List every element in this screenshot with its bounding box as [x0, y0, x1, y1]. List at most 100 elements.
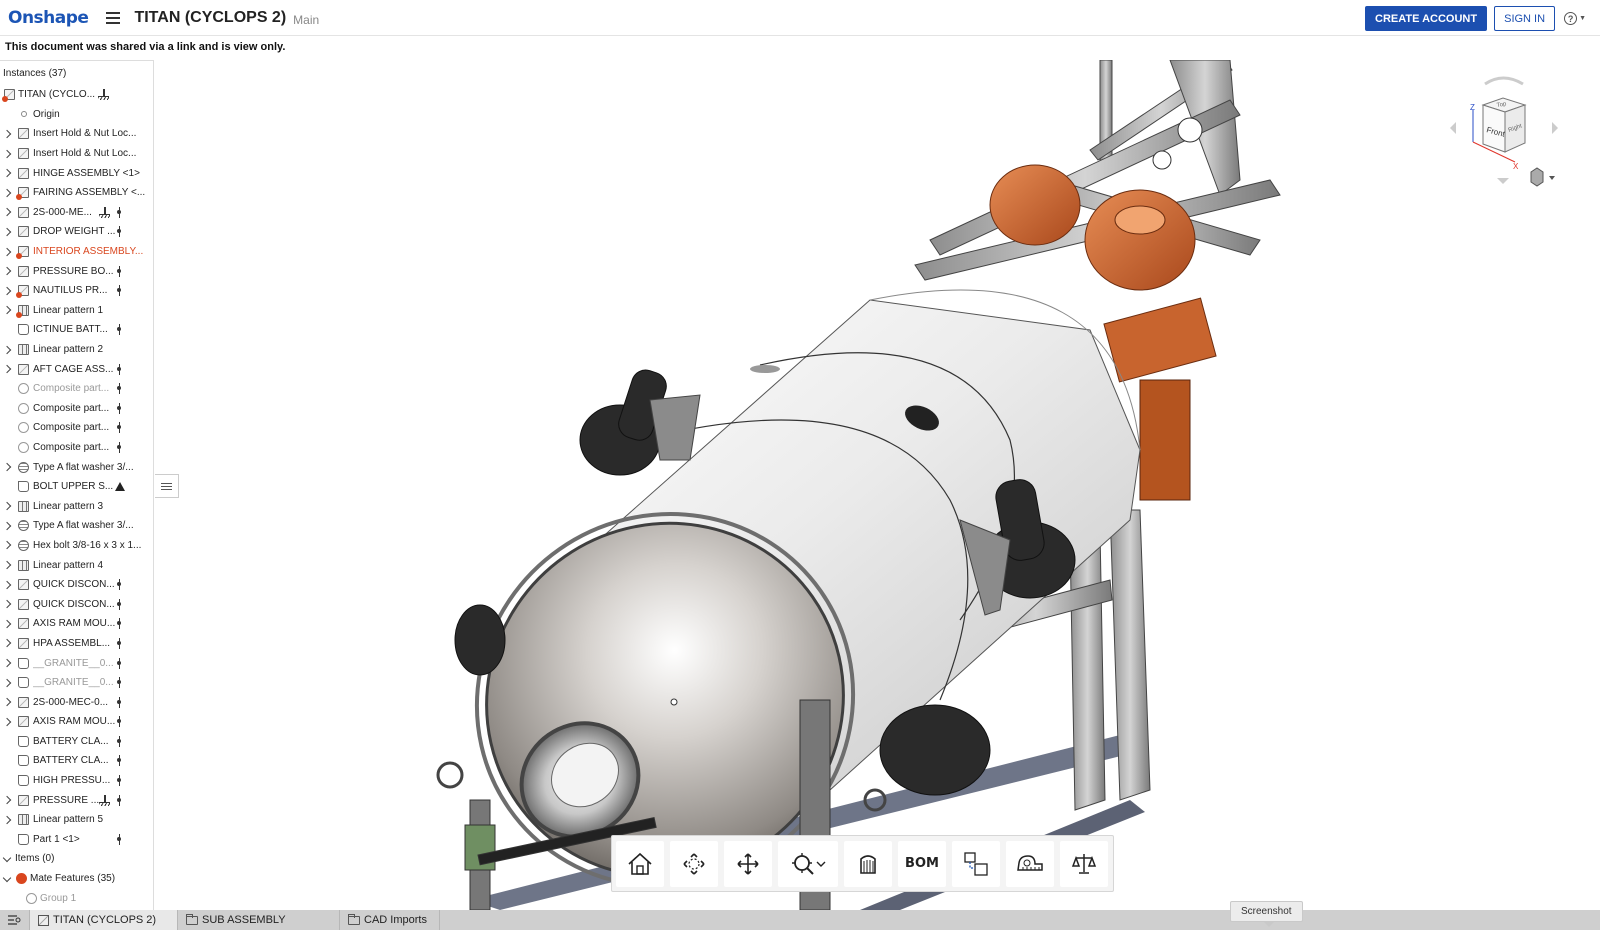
- expand-arrow-icon[interactable]: [2, 502, 12, 511]
- expand-arrow-icon[interactable]: [2, 639, 12, 648]
- tab-manager-button[interactable]: [0, 910, 30, 930]
- onshape-logo[interactable]: Onshape: [8, 8, 89, 28]
- workspace-name[interactable]: Main: [293, 13, 319, 27]
- tree-row[interactable]: Linear pattern 3: [0, 496, 153, 516]
- graphics-viewport[interactable]: [155, 60, 1600, 910]
- tree-row[interactable]: HINGE ASSEMBLY <1>: [0, 163, 153, 183]
- home-view-button[interactable]: [616, 840, 664, 887]
- tree-row[interactable]: Composite part...: [0, 418, 153, 438]
- tree-row[interactable]: PRESSURE BO...: [0, 261, 153, 281]
- tree-row[interactable]: Composite part...: [0, 399, 153, 419]
- expand-arrow-icon[interactable]: [2, 619, 12, 629]
- tree-row[interactable]: Origin: [0, 105, 153, 125]
- tree-row[interactable]: Mate Features (35): [0, 869, 153, 889]
- tree-row[interactable]: Linear pattern 1: [0, 301, 153, 321]
- expand-arrow-icon[interactable]: [2, 599, 12, 609]
- tree-row[interactable]: HIGH PRESSU...: [0, 771, 153, 791]
- tree-row[interactable]: Linear pattern 5: [0, 810, 153, 830]
- help-icon[interactable]: ?: [1564, 12, 1578, 25]
- expand-arrow-icon[interactable]: [2, 560, 12, 570]
- instances-header[interactable]: Instances (37): [0, 61, 153, 85]
- pan-button[interactable]: [724, 840, 772, 887]
- measure-button[interactable]: [1006, 840, 1054, 887]
- tree-row[interactable]: 2S-000-ME...: [0, 203, 153, 223]
- expand-arrow-icon[interactable]: [2, 227, 12, 237]
- expand-arrow-icon[interactable]: [2, 541, 12, 550]
- rotate-view-button[interactable]: [670, 840, 718, 887]
- expand-arrow-icon[interactable]: [2, 795, 12, 805]
- tree-row[interactable]: AFT CAGE ASS...: [0, 359, 153, 379]
- tree-row[interactable]: 2S-000-MEC-0...: [0, 692, 153, 712]
- tree-row[interactable]: BATTERY CLA...: [0, 751, 153, 771]
- sign-in-button[interactable]: SIGN IN: [1494, 6, 1556, 31]
- expand-arrow-icon[interactable]: [2, 168, 12, 178]
- tree-row[interactable]: __GRANITE__0...: [0, 653, 153, 673]
- tab-sub-assembly[interactable]: SUB ASSEMBLY: [178, 910, 340, 930]
- view-cube[interactable]: Top Front Right Z X: [1445, 70, 1565, 190]
- expand-arrow-icon[interactable]: [2, 345, 12, 354]
- tree-row[interactable]: HPA ASSEMBL...: [0, 634, 153, 654]
- tree-row[interactable]: FAIRING ASSEMBLY <...: [0, 183, 153, 203]
- expand-arrow-icon[interactable]: [2, 521, 12, 531]
- configuration-icon: [117, 677, 121, 689]
- expand-arrow-icon[interactable]: [2, 208, 12, 217]
- collapse-arrow-icon[interactable]: [2, 853, 12, 863]
- tree-row[interactable]: QUICK DISCON...: [0, 594, 153, 614]
- expand-arrow-icon[interactable]: [2, 306, 12, 315]
- tree-row[interactable]: Part 1 <1>: [0, 830, 153, 850]
- tree-row[interactable]: AXIS RAM MOU...: [0, 712, 153, 732]
- tree-row[interactable]: Composite part...: [0, 438, 153, 458]
- zoom-button[interactable]: [778, 840, 838, 887]
- main-menu-icon[interactable]: [106, 11, 121, 24]
- expand-arrow-icon[interactable]: [2, 149, 12, 158]
- expand-arrow-icon[interactable]: [2, 364, 12, 374]
- tree-row[interactable]: INTERIOR ASSEMBLY...: [0, 242, 153, 262]
- tree-row[interactable]: AXIS RAM MOU...: [0, 614, 153, 634]
- configuration-icon: [117, 598, 121, 610]
- expand-arrow-icon[interactable]: [2, 247, 12, 256]
- help-dropdown-icon[interactable]: ▼: [1579, 15, 1586, 22]
- viewport-toolbar: BOM: [611, 835, 1114, 892]
- tree-row[interactable]: Composite part...: [0, 379, 153, 399]
- expand-arrow-icon[interactable]: [2, 717, 12, 727]
- tree-row[interactable]: Type A flat washer 3/...: [0, 457, 153, 477]
- expand-arrow-icon[interactable]: [2, 678, 12, 687]
- expand-arrow-icon[interactable]: [2, 697, 12, 707]
- tree-row[interactable]: Group 1: [0, 888, 153, 908]
- expand-arrow-icon[interactable]: [2, 658, 12, 668]
- expand-arrow-icon[interactable]: [2, 580, 12, 589]
- expand-arrow-icon[interactable]: [2, 286, 12, 295]
- tree-row[interactable]: DROP WEIGHT ...: [0, 222, 153, 242]
- expand-arrow-icon[interactable]: [2, 815, 12, 825]
- panel-toggle-icon[interactable]: [155, 474, 179, 498]
- tree-row[interactable]: Insert Hold & Nut Loc...: [0, 124, 153, 144]
- configuration-icon: [117, 441, 121, 453]
- expand-arrow-icon[interactable]: [2, 188, 12, 198]
- tree-row[interactable]: Linear pattern 4: [0, 555, 153, 575]
- tab-cad-imports[interactable]: CAD Imports: [340, 910, 440, 930]
- tree-row[interactable]: TITAN (CYCLO...: [0, 85, 153, 105]
- tree-row[interactable]: Insert Hold & Nut Loc...: [0, 144, 153, 164]
- tree-row[interactable]: Linear pattern 2: [0, 340, 153, 360]
- section-view-button[interactable]: [844, 840, 892, 887]
- collapse-arrow-icon[interactable]: [2, 873, 12, 882]
- bom-button[interactable]: BOM: [898, 840, 946, 887]
- create-account-button[interactable]: CREATE ACCOUNT: [1365, 6, 1488, 31]
- expand-arrow-icon[interactable]: [2, 266, 12, 276]
- expand-arrow-icon[interactable]: [2, 129, 12, 139]
- tree-row[interactable]: NAUTILUS PR...: [0, 281, 153, 301]
- tree-row[interactable]: PRESSURE ...: [0, 790, 153, 810]
- expand-arrow-icon[interactable]: [2, 462, 12, 472]
- explode-button[interactable]: [952, 840, 1000, 887]
- tree-row[interactable]: BATTERY CLA...: [0, 732, 153, 752]
- submersible-model[interactable]: [155, 60, 1600, 910]
- tab-titan-cyclops-2[interactable]: TITAN (CYCLOPS 2): [30, 910, 178, 930]
- tree-row[interactable]: BOLT UPPER S...: [0, 477, 153, 497]
- tree-row[interactable]: Hex bolt 3/8-16 x 3 x 1...: [0, 536, 153, 556]
- tree-row[interactable]: __GRANITE__0...: [0, 673, 153, 693]
- tree-row[interactable]: QUICK DISCON...: [0, 575, 153, 595]
- tree-row[interactable]: Type A flat washer 3/...: [0, 516, 153, 536]
- tree-row[interactable]: Items (0): [0, 849, 153, 869]
- tree-row[interactable]: ICTINUE BATT...: [0, 320, 153, 340]
- mass-properties-button[interactable]: [1060, 840, 1108, 887]
